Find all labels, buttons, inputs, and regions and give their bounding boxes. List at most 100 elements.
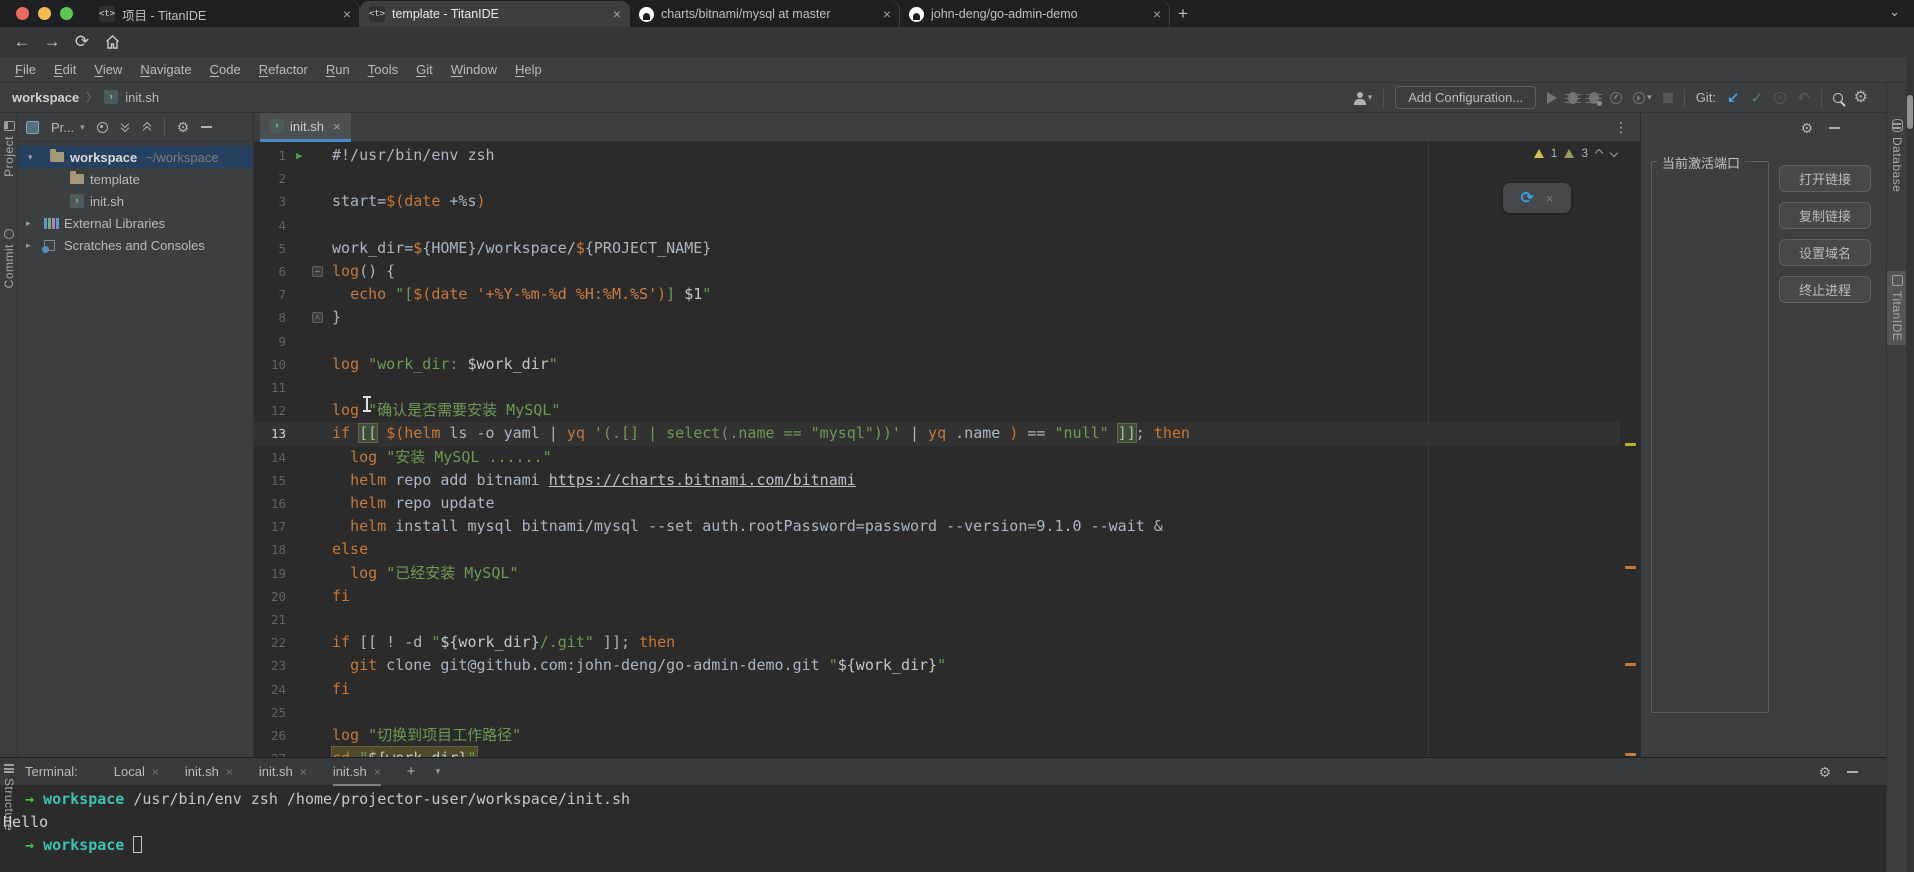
chevron-right-icon[interactable]: ▸ — [26, 218, 31, 229]
previous-problem-icon[interactable] — [1595, 149, 1603, 157]
terminal-settings-gear-icon[interactable]: ⚙ — [1818, 764, 1831, 780]
code-line[interactable]: 12log "确认是否需要安装 MySQL" — [254, 399, 1620, 422]
terminal-tab[interactable]: init.sh× — [259, 758, 307, 786]
code-line[interactable]: 26log "切换到项目工作路径" — [254, 724, 1620, 747]
code-line[interactable]: 20fi — [254, 585, 1620, 608]
next-problem-icon[interactable] — [1610, 149, 1618, 157]
run-button[interactable] — [1547, 92, 1557, 104]
terminal-dropdown-icon[interactable]: ▾ — [436, 766, 441, 777]
hide-panel-icon[interactable] — [1829, 127, 1840, 129]
tree-item-scratches-and-consoles[interactable]: ▸Scratches and Consoles — [18, 234, 253, 256]
code-line[interactable]: 6−log() { — [254, 260, 1620, 283]
tree-item-init-sh[interactable]: init.sh — [18, 190, 253, 212]
menu-window[interactable]: Window — [442, 62, 506, 77]
code-line[interactable]: 17 helm install mysql bitnami/mysql --se… — [254, 515, 1620, 538]
menu-git[interactable]: Git — [407, 62, 442, 77]
panel-button-3[interactable]: 设置域名 — [1779, 239, 1871, 266]
hide-panel-icon[interactable] — [201, 126, 212, 128]
debug-button[interactable] — [1568, 92, 1578, 104]
add-configuration-button[interactable]: Add Configuration... — [1395, 86, 1536, 109]
new-tab-button[interactable]: + — [1170, 1, 1196, 27]
page-scrollbar[interactable] — [1906, 57, 1914, 872]
editor-options-icon[interactable]: ⋮ — [1614, 119, 1628, 136]
code-line[interactable]: 10log "work_dir: $work_dir" — [254, 353, 1620, 376]
menu-run[interactable]: Run — [317, 62, 359, 77]
back-icon[interactable]: ← — [10, 30, 34, 54]
terminal-tab-close-icon[interactable]: × — [374, 765, 381, 779]
reload-icon[interactable]: ⟳ — [70, 30, 94, 54]
terminal-tab[interactable]: Local× — [114, 758, 159, 786]
code-line[interactable]: 18else — [254, 538, 1620, 561]
menu-refactor[interactable]: Refactor — [250, 62, 317, 77]
run-line-icon[interactable]: ▶ — [296, 144, 303, 167]
tree-item-template[interactable]: template — [18, 168, 253, 190]
run-with-coverage-button[interactable]: ▾ — [1633, 92, 1652, 104]
git-history-icon[interactable] — [1774, 92, 1786, 104]
page-scrollbar-thumb[interactable] — [1907, 95, 1913, 129]
code-line[interactable]: 1▶#!/usr/bin/env zsh — [254, 144, 1620, 167]
project-view-mode-dropdown[interactable]: Pr...▾ — [51, 120, 85, 135]
editor-area[interactable]: init.sh × ⋮ 1▶#!/usr/bin/env zsh23start=… — [254, 113, 1640, 757]
inspections-widget[interactable]: 1 3 — [1534, 146, 1618, 160]
chevron-right-icon[interactable]: ▸ — [26, 240, 31, 251]
code-line[interactable]: 4 — [254, 214, 1620, 237]
debug-attach-button[interactable] — [1589, 92, 1599, 104]
browser-tab[interactable]: template - TitanIDE× — [360, 1, 630, 27]
minimize-window-icon[interactable] — [38, 7, 51, 20]
panel-settings-gear-icon[interactable]: ⚙ — [1800, 120, 1813, 136]
menu-code[interactable]: Code — [201, 62, 250, 77]
code-line[interactable]: 25 — [254, 701, 1620, 724]
panel-button-4[interactable]: 终止进程 — [1779, 276, 1871, 303]
collapse-all-icon[interactable] — [142, 122, 152, 132]
code-line[interactable]: 23 git clone git@github.com:john-deng/go… — [254, 654, 1620, 677]
new-terminal-icon[interactable]: + — [407, 763, 416, 780]
browser-tab[interactable]: 项目 - TitanIDE× — [90, 1, 360, 27]
code-line[interactable]: 22if [[ ! -d "${work_dir}/.git" ]]; then — [254, 631, 1620, 654]
ide-settings-gear-icon[interactable]: ⚙ — [1854, 90, 1868, 106]
git-commit-icon[interactable]: ✓ — [1751, 89, 1764, 107]
panel-button-1[interactable]: 打开链接 — [1779, 165, 1871, 192]
stop-button[interactable] — [1663, 93, 1673, 103]
tool-tab-database[interactable]: Database — [1887, 115, 1907, 196]
code-line[interactable]: 19 log "已经安装 MySQL" — [254, 562, 1620, 585]
terminal-tab-close-icon[interactable]: × — [152, 765, 159, 779]
maximize-window-icon[interactable] — [60, 7, 73, 20]
code-line[interactable]: 5work_dir=${HOME}/workspace/${PROJECT_NA… — [254, 237, 1620, 260]
terminal-tab-close-icon[interactable]: × — [226, 765, 233, 779]
tab-close-icon[interactable]: × — [343, 7, 351, 21]
panel-settings-gear-icon[interactable]: ⚙ — [177, 119, 190, 135]
close-window-icon[interactable] — [16, 7, 29, 20]
code-line[interactable]: 24fi — [254, 678, 1620, 701]
browser-tab[interactable]: john-deng/go-admin-demo× — [900, 1, 1170, 27]
editor-tab-init-sh[interactable]: init.sh × — [260, 113, 351, 142]
code-line[interactable]: 21 — [254, 608, 1620, 631]
tool-tab-project[interactable]: Project — [0, 117, 18, 181]
tab-close-icon[interactable]: × — [883, 7, 891, 21]
code-line[interactable]: 7 echo "[$(date '+%Y-%m-%d %H:%M.%S')] $… — [254, 283, 1620, 306]
menu-help[interactable]: Help — [506, 62, 551, 77]
git-update-icon[interactable]: ↙ — [1727, 89, 1740, 107]
breadcrumb-workspace[interactable]: workspace — [12, 90, 79, 105]
code-line[interactable]: 3start=$(date +%s) — [254, 190, 1620, 213]
expand-all-icon[interactable] — [120, 122, 130, 132]
menu-tools[interactable]: Tools — [359, 62, 407, 77]
fold-marker-icon[interactable]: ˄ — [312, 312, 323, 323]
panel-button-2[interactable]: 复制链接 — [1779, 202, 1871, 229]
tab-search-chevron-icon[interactable]: ⌄ — [1889, 4, 1900, 20]
menu-navigate[interactable]: Navigate — [131, 62, 200, 77]
terminal-tab[interactable]: init.sh× — [333, 758, 381, 786]
code-line[interactable]: 8˄} — [254, 306, 1620, 329]
code-editor[interactable]: 1▶#!/usr/bin/env zsh23start=$(date +%s)4… — [254, 142, 1620, 757]
locate-file-icon[interactable] — [97, 122, 108, 133]
search-everywhere-icon[interactable] — [1833, 93, 1843, 103]
fold-marker-icon[interactable]: − — [312, 266, 323, 277]
code-line[interactable]: 11 — [254, 376, 1620, 399]
code-line[interactable]: 16 helm repo update — [254, 492, 1620, 515]
tab-close-icon[interactable]: × — [613, 7, 621, 21]
chevron-down-icon[interactable]: ▾ — [28, 152, 33, 163]
code-line[interactable]: 2 — [254, 167, 1620, 190]
terminal-tab-close-icon[interactable]: × — [300, 765, 307, 779]
code-line[interactable]: 13if [[ $(helm ls -o yaml | yq '(.[] | s… — [254, 422, 1620, 445]
code-line[interactable]: 14 log "安装 MySQL ......" — [254, 446, 1620, 469]
tree-item-external-libraries[interactable]: ▸External Libraries — [18, 212, 253, 234]
